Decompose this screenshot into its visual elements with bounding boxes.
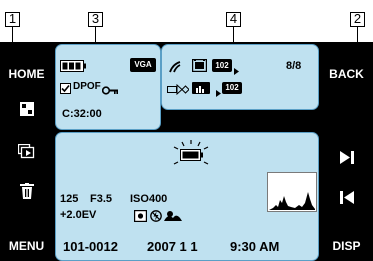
- disp-button[interactable]: DISP: [320, 239, 373, 253]
- callout-2-line: [357, 27, 358, 43]
- white-balance-icon: [164, 209, 182, 227]
- image-count: 8/8: [286, 60, 302, 72]
- folder-number-badge-2: 102: [222, 82, 242, 94]
- slideshow-icon[interactable]: [17, 143, 35, 164]
- back-button[interactable]: BACK: [320, 67, 373, 81]
- callout-1-line: [12, 27, 13, 43]
- print-transfer-icon: [167, 82, 190, 100]
- exposure-compensation: +2.0EV: [60, 209, 97, 221]
- histogram: [267, 172, 317, 217]
- previous-image-icon[interactable]: [340, 191, 354, 209]
- image-quality-icon: [192, 82, 210, 94]
- shutter-speed: 125: [60, 193, 79, 205]
- playback-mode-icon: [169, 60, 181, 78]
- callout-4: 4: [226, 12, 241, 27]
- callout-2: 2: [350, 12, 365, 27]
- menu-button[interactable]: MENU: [0, 239, 53, 253]
- battery-warning-icon: [171, 140, 211, 171]
- folder-number-label: 102: [215, 61, 229, 70]
- iso-value: ISO400: [130, 193, 168, 205]
- callout-3-line: [95, 27, 96, 43]
- recording-info-panel: VGA DPOF C:32:00: [55, 44, 161, 130]
- index-view-icon[interactable]: [20, 102, 34, 121]
- memory-card-icon: [191, 58, 208, 77]
- callout-1: 1: [5, 12, 20, 27]
- trash-icon[interactable]: [20, 183, 34, 204]
- battery-icon: [60, 59, 86, 77]
- callout-3: 3: [88, 12, 103, 27]
- flash-off-icon: [150, 209, 162, 227]
- folder-number-badge: 102: [212, 59, 232, 72]
- recording-time: 9:30 AM: [230, 239, 280, 254]
- folder-arrow-icon-2: [216, 84, 221, 102]
- recording-date: 2007 1 1: [147, 239, 198, 254]
- folder-arrow-icon: [234, 62, 239, 80]
- playback-info-panel: 102 8/8 102: [161, 44, 319, 110]
- image-size-label: VGA: [134, 60, 152, 69]
- next-image-icon[interactable]: [340, 151, 354, 169]
- right-sidebar: BACK DISP: [320, 42, 373, 261]
- protect-key-icon: [101, 82, 118, 100]
- file-number: 101-0012: [63, 239, 118, 254]
- counter-display: C:32:00: [62, 108, 102, 120]
- image-info-panel: 125 F3.5 ISO400 +2.0EV 101-0012 2007 1 1…: [55, 132, 319, 261]
- left-sidebar: HOME MENU: [0, 42, 53, 261]
- folder-number-label-2: 102: [225, 83, 239, 92]
- home-button[interactable]: HOME: [0, 67, 53, 81]
- dpof-label: DPOF: [73, 81, 101, 92]
- checkbox-icon: [60, 81, 71, 99]
- image-size-icon: VGA: [130, 58, 156, 72]
- callout-4-line: [233, 27, 234, 43]
- metering-mode-icon: [134, 209, 148, 227]
- aperture-value: F3.5: [90, 193, 113, 205]
